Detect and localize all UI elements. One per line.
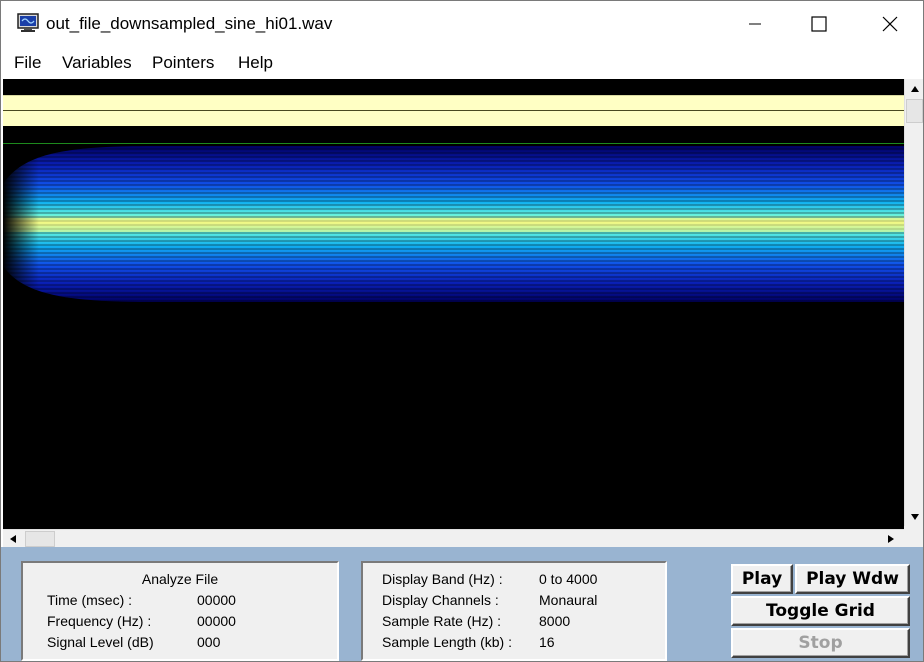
signal-level-label: Signal Level (dB) bbox=[47, 634, 154, 650]
signal-level-value: 000 bbox=[197, 634, 221, 650]
menu-file[interactable]: File bbox=[14, 53, 41, 73]
vertical-scroll-thumb[interactable] bbox=[906, 99, 923, 123]
window-title: out_file_downsampled_sine_hi01.wav bbox=[46, 14, 333, 33]
vertical-scrollbar[interactable] bbox=[904, 79, 923, 526]
maximize-button[interactable] bbox=[796, 1, 842, 47]
scroll-right-button[interactable] bbox=[881, 530, 900, 548]
menu-bar: File Variables Pointers Help bbox=[1, 47, 923, 77]
menu-pointers[interactable]: Pointers bbox=[152, 53, 214, 73]
play-button[interactable]: Play bbox=[731, 564, 793, 594]
time-value: 00000 bbox=[197, 592, 236, 608]
arrow-up-icon bbox=[910, 85, 919, 92]
menu-variables[interactable]: Variables bbox=[62, 53, 132, 73]
sample-rate-label: Sample Rate (Hz) : bbox=[382, 613, 502, 629]
title-bar[interactable]: out_file_downsampled_sine_hi01.wav bbox=[1, 1, 923, 47]
stop-button[interactable]: Stop bbox=[731, 628, 910, 658]
minimize-button[interactable] bbox=[732, 1, 778, 47]
analyze-file-panel: Analyze File Time (msec) : 00000 Frequen… bbox=[21, 561, 339, 661]
display-band-label: Display Band (Hz) : bbox=[382, 571, 503, 587]
control-area: Analyze File Time (msec) : 00000 Frequen… bbox=[1, 547, 923, 661]
frequency-label: Frequency (Hz) : bbox=[47, 613, 152, 629]
monitor-icon bbox=[17, 13, 39, 32]
scroll-left-button[interactable] bbox=[3, 530, 22, 548]
maximize-icon bbox=[811, 16, 827, 32]
menu-help[interactable]: Help bbox=[238, 53, 273, 73]
sample-length-value: 16 bbox=[539, 634, 555, 650]
sample-rate-value: 8000 bbox=[539, 613, 571, 629]
spectrogram-display[interactable] bbox=[3, 79, 904, 529]
frequency-value: 00000 bbox=[197, 613, 236, 629]
toggle-grid-button[interactable]: Toggle Grid bbox=[731, 596, 910, 626]
play-window-button[interactable]: Play Wdw bbox=[795, 564, 910, 594]
analyze-heading: Analyze File bbox=[141, 571, 219, 587]
display-band-value: 0 to 4000 bbox=[539, 571, 598, 587]
arrow-right-icon bbox=[887, 535, 894, 543]
display-channels-value: Monaural bbox=[539, 592, 598, 608]
time-label: Time (msec) : bbox=[47, 592, 133, 608]
display-channels-label: Display Channels : bbox=[382, 592, 499, 608]
close-button[interactable] bbox=[867, 1, 913, 47]
horizontal-scrollbar[interactable] bbox=[3, 529, 904, 547]
sample-length-label: Sample Length (kb) : bbox=[382, 634, 512, 650]
horizontal-scroll-thumb[interactable] bbox=[25, 531, 55, 547]
app-window: out_file_downsampled_sine_hi01.wav File … bbox=[0, 0, 924, 662]
scrollbar-corner bbox=[904, 526, 923, 547]
sine-signal-trace bbox=[3, 144, 904, 304]
file-info-panel: Display Band (Hz) : 0 to 4000 Display Ch… bbox=[361, 561, 667, 661]
scroll-down-button[interactable] bbox=[905, 507, 923, 526]
frequency-guide-line bbox=[3, 110, 904, 111]
frequency-guide-band bbox=[3, 95, 904, 126]
close-icon bbox=[882, 16, 898, 32]
arrow-left-icon bbox=[9, 535, 16, 543]
scroll-up-button[interactable] bbox=[905, 79, 923, 98]
minimize-icon bbox=[749, 23, 761, 25]
arrow-down-icon bbox=[910, 513, 919, 520]
